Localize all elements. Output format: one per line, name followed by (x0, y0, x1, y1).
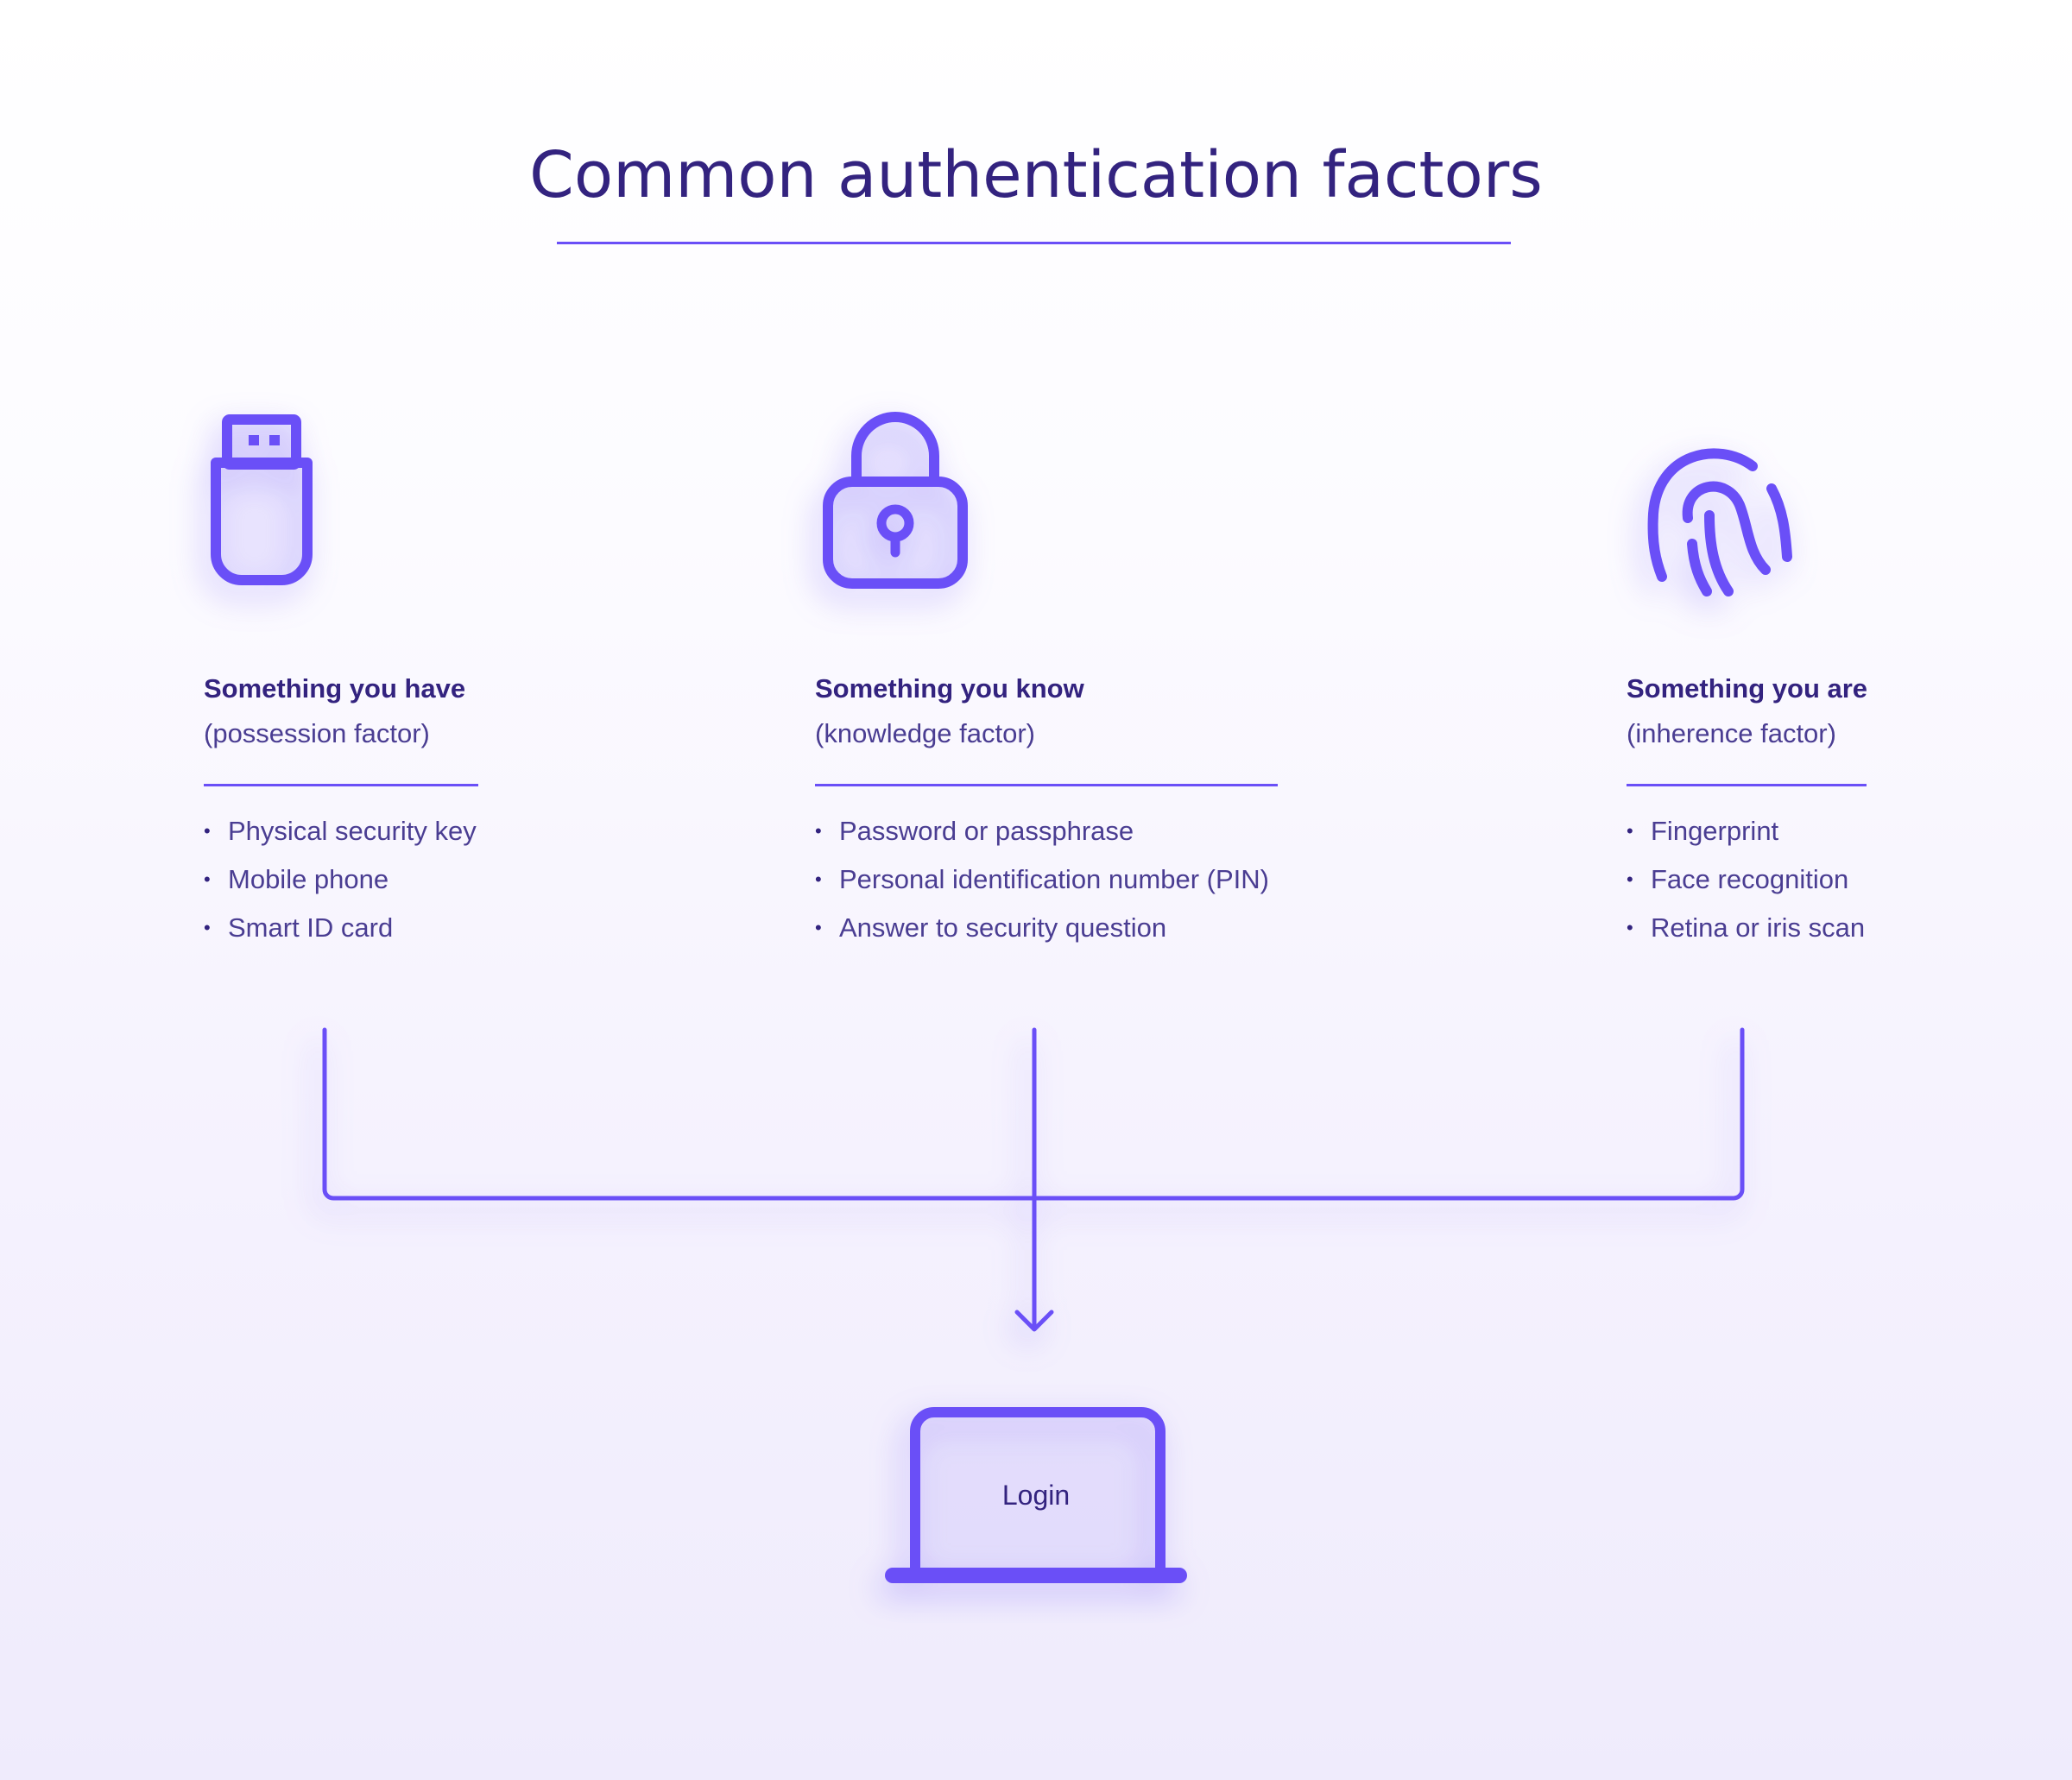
connector-left (322, 1027, 1037, 1201)
login-label: Login (1001, 1480, 1071, 1511)
connector-right (1032, 1027, 1745, 1201)
